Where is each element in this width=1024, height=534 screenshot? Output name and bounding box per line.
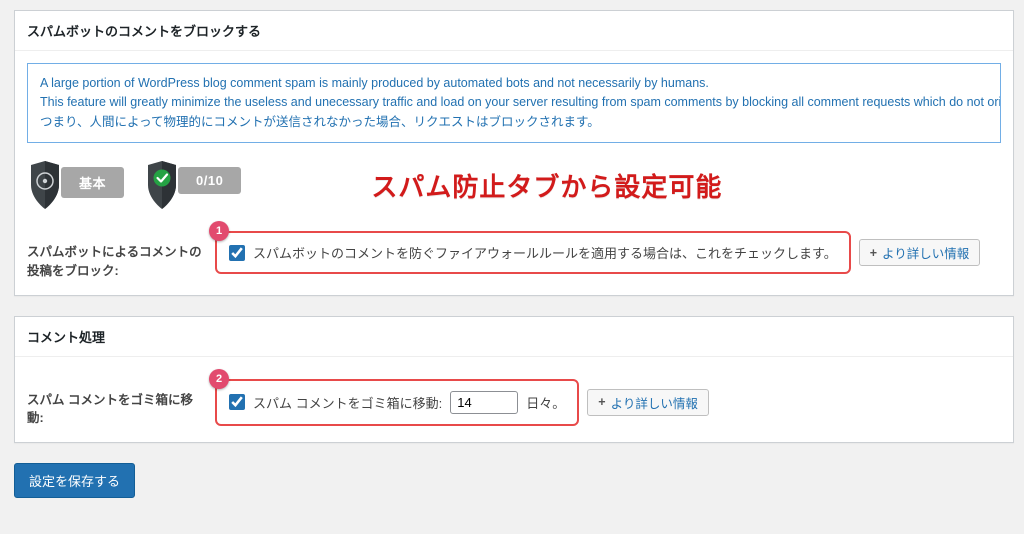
info-notice: A large portion of WordPress blog commen…	[27, 63, 1001, 143]
checkbox-prefix-label: スパム コメントをゴミ箱に移動:	[253, 393, 442, 412]
checkbox-label: スパムボットのコメントを防ぐファイアウォールルールを適用する場合は、これをチェッ…	[253, 243, 837, 262]
shield-basic-badge: 基本	[27, 161, 124, 213]
more-info-button[interactable]: + より詳しい情報	[587, 389, 709, 416]
spambot-block-option[interactable]: スパムボットのコメントを防ぐファイアウォールルールを適用する場合は、これをチェッ…	[215, 231, 851, 274]
section-title: コメント処理	[15, 317, 1013, 357]
shield-icon	[144, 161, 180, 213]
settings-section-spambot-block: スパムボットのコメントをブロックする A large portion of Wo…	[14, 10, 1014, 296]
setting-row-label: スパム コメントをゴミ箱に移動:	[27, 379, 205, 429]
section-title: スパムボットのコメントをブロックする	[15, 11, 1013, 51]
shield-score-label: 0/10	[178, 167, 241, 194]
plus-icon: +	[598, 395, 605, 409]
overlay-annotation-text: スパム防止タブから設定可能	[371, 167, 722, 204]
plus-icon: +	[870, 246, 877, 260]
step-badge: 1	[209, 221, 229, 241]
more-info-label: より詳しい情報	[611, 393, 698, 412]
shield-icon	[27, 161, 63, 213]
spambot-block-checkbox[interactable]	[229, 245, 245, 261]
more-info-button[interactable]: + より詳しい情報	[859, 239, 981, 266]
notice-line: A large portion of WordPress blog commen…	[40, 74, 988, 93]
days-suffix-label: 日々。	[526, 393, 565, 412]
step-badge: 2	[209, 369, 229, 389]
more-info-label: より詳しい情報	[882, 243, 969, 262]
setting-field-wrap: 1 スパムボットのコメントを防ぐファイアウォールルールを適用する場合は、これをチ…	[215, 231, 980, 274]
trash-days-input[interactable]	[450, 391, 518, 414]
shield-score-badge: 0/10	[144, 161, 241, 213]
save-settings-button[interactable]: 設定を保存する	[14, 463, 135, 498]
settings-section-comment-processing: コメント処理 スパム コメントをゴミ箱に移動: 2 スパム コメントをゴミ箱に移…	[14, 316, 1014, 444]
setting-row-label: スパムボットによるコメントの投稿をブロック:	[27, 231, 205, 281]
trash-after-days-option: スパム コメントをゴミ箱に移動: 日々。	[215, 379, 579, 426]
trash-spam-checkbox[interactable]	[229, 394, 245, 410]
notice-line: つまり、人間によって物理的にコメントが送信されなかった場合、リクエストはブロック…	[40, 113, 988, 132]
shield-basic-label: 基本	[61, 167, 124, 198]
setting-field-wrap: 2 スパム コメントをゴミ箱に移動: 日々。 + より詳しい情報	[215, 379, 709, 426]
notice-line: This feature will greatly minimize the u…	[40, 93, 988, 112]
